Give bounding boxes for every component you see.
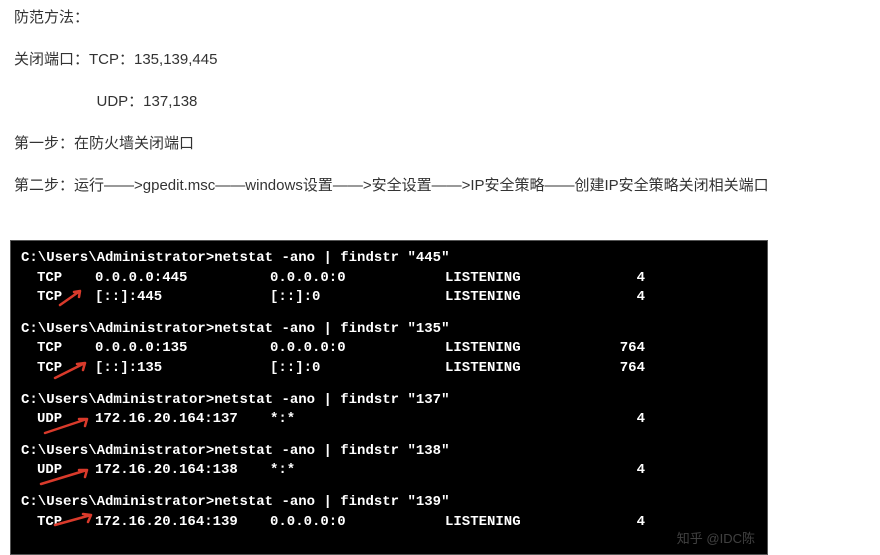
col-remote: [::]:0 xyxy=(270,288,445,308)
col-state: LISTENING xyxy=(445,288,605,308)
output-row: TCP 172.16.20.164:139 0.0.0.0:0 LISTENIN… xyxy=(21,513,757,533)
prompt-text: C:\Users\Administrator> xyxy=(21,443,214,459)
output-row: TCP [::]:135 [::]:0 LISTENING 764 xyxy=(21,359,757,379)
cmd-port: "139" xyxy=(407,494,449,510)
col-proto: UDP xyxy=(21,461,95,481)
cmd-text: netstat -ano | findstr xyxy=(214,250,407,266)
col-remote: *:* xyxy=(270,410,445,430)
col-pid: 4 xyxy=(605,461,645,481)
col-proto: TCP xyxy=(21,339,95,359)
col-state: LISTENING xyxy=(445,359,605,379)
terminal-screenshot: C:\Users\Administrator>netstat -ano | fi… xyxy=(10,240,768,555)
col-local: [::]:135 xyxy=(95,359,270,379)
col-state xyxy=(445,461,605,481)
col-remote: 0.0.0.0:0 xyxy=(270,269,445,289)
cmd-block-445: C:\Users\Administrator>netstat -ano | fi… xyxy=(21,249,757,308)
cmd-line: C:\Users\Administrator>netstat -ano | fi… xyxy=(21,442,757,462)
cmd-line: C:\Users\Administrator>netstat -ano | fi… xyxy=(21,320,757,340)
col-pid: 4 xyxy=(605,513,645,533)
paragraph-step1: 第一步：在防火墙关闭端口 xyxy=(14,132,866,156)
col-remote: 0.0.0.0:0 xyxy=(270,513,445,533)
output-row: TCP [::]:445 [::]:0 LISTENING 4 xyxy=(21,288,757,308)
prompt-text: C:\Users\Administrator> xyxy=(21,321,214,337)
paragraph-close-udp: UDP：137,138 xyxy=(14,90,866,114)
col-pid: 4 xyxy=(605,410,645,430)
col-state: LISTENING xyxy=(445,339,605,359)
cmd-block-135: C:\Users\Administrator>netstat -ano | fi… xyxy=(21,320,757,379)
col-pid: 4 xyxy=(605,269,645,289)
col-proto: TCP xyxy=(21,359,95,379)
col-remote: [::]:0 xyxy=(270,359,445,379)
col-remote: *:* xyxy=(270,461,445,481)
cmd-port: "135" xyxy=(407,321,449,337)
output-row: UDP 172.16.20.164:137 *:* 4 xyxy=(21,410,757,430)
prompt-text: C:\Users\Administrator> xyxy=(21,494,214,510)
prompt-text: C:\Users\Administrator> xyxy=(21,392,214,408)
col-local: 172.16.20.164:137 xyxy=(95,410,270,430)
col-local: 172.16.20.164:139 xyxy=(95,513,270,533)
output-row: UDP 172.16.20.164:138 *:* 4 xyxy=(21,461,757,481)
article-body: 防范方法： 关闭端口：TCP：135,139,445 UDP：137,138 第… xyxy=(0,0,880,230)
cmd-text: netstat -ano | findstr xyxy=(214,494,407,510)
cmd-text: netstat -ano | findstr xyxy=(214,392,407,408)
col-local: 0.0.0.0:135 xyxy=(95,339,270,359)
prompt-text: C:\Users\Administrator> xyxy=(21,250,214,266)
col-proto: UDP xyxy=(21,410,95,430)
col-pid: 764 xyxy=(605,359,645,379)
cmd-block-137: C:\Users\Administrator>netstat -ano | fi… xyxy=(21,391,757,430)
col-proto: TCP xyxy=(21,288,95,308)
output-row: TCP 0.0.0.0:135 0.0.0.0:0 LISTENING 764 xyxy=(21,339,757,359)
cmd-port: "137" xyxy=(407,392,449,408)
col-local: [::]:445 xyxy=(95,288,270,308)
paragraph-prevention-title: 防范方法： xyxy=(14,6,866,30)
col-remote: 0.0.0.0:0 xyxy=(270,339,445,359)
udp-ports-text: UDP：137,138 xyxy=(97,93,198,110)
col-local: 0.0.0.0:445 xyxy=(95,269,270,289)
cmd-line: C:\Users\Administrator>netstat -ano | fi… xyxy=(21,391,757,411)
cmd-port: "138" xyxy=(407,443,449,459)
col-pid: 4 xyxy=(605,288,645,308)
cmd-block-138: C:\Users\Administrator>netstat -ano | fi… xyxy=(21,442,757,481)
col-proto: TCP xyxy=(21,513,95,533)
col-local: 172.16.20.164:138 xyxy=(95,461,270,481)
paragraph-step2: 第二步：运行——>gpedit.msc——windows设置——>安全设置——>… xyxy=(14,174,866,198)
cmd-line: C:\Users\Administrator>netstat -ano | fi… xyxy=(21,493,757,513)
col-state: LISTENING xyxy=(445,269,605,289)
col-pid: 764 xyxy=(605,339,645,359)
cmd-port: "445" xyxy=(407,250,449,266)
output-row: TCP 0.0.0.0:445 0.0.0.0:0 LISTENING 4 xyxy=(21,269,757,289)
col-state xyxy=(445,410,605,430)
col-state: LISTENING xyxy=(445,513,605,533)
col-proto: TCP xyxy=(21,269,95,289)
cmd-text: netstat -ano | findstr xyxy=(214,321,407,337)
paragraph-close-tcp: 关闭端口：TCP：135,139,445 xyxy=(14,48,866,72)
cmd-line: C:\Users\Administrator>netstat -ano | fi… xyxy=(21,249,757,269)
cmd-text: netstat -ano | findstr xyxy=(214,443,407,459)
cmd-block-139: C:\Users\Administrator>netstat -ano | fi… xyxy=(21,493,757,532)
watermark-text: 知乎 @IDC陈 xyxy=(677,530,755,548)
